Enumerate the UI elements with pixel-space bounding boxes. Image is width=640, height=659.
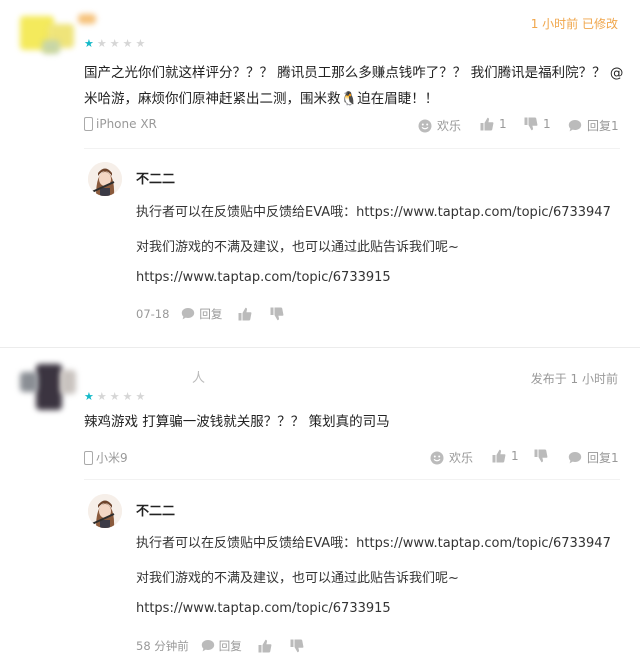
official-reply: 不二二 执行者可以在反馈贴中反馈给EVA哦：https://www.taptap… xyxy=(88,494,620,659)
star-icon: ★ xyxy=(122,390,133,403)
phone-icon xyxy=(84,117,93,131)
fun-button[interactable]: 欢乐 xyxy=(430,449,473,466)
reply-avatar[interactable] xyxy=(88,162,122,196)
reply-meta: 58 分钟前 回复 xyxy=(136,638,304,654)
reply-separator xyxy=(84,479,620,480)
device-info: iPhone XR xyxy=(84,117,157,131)
star-icon: ★ xyxy=(84,37,94,50)
comment-icon xyxy=(568,119,582,131)
reply-label: 回复1 xyxy=(587,451,619,465)
like-count: 1 xyxy=(499,117,507,131)
device-name: iPhone XR xyxy=(96,117,157,131)
smile-icon xyxy=(418,119,432,132)
reply-line-3[interactable]: https://www.taptap.com/topic/6733915 xyxy=(136,601,391,616)
comment-icon xyxy=(201,640,214,652)
anime-avatar-icon xyxy=(88,494,122,528)
comment-icon xyxy=(182,308,195,320)
thumb-down-icon xyxy=(534,449,548,463)
reply-label: 回复1 xyxy=(587,119,619,133)
fun-button[interactable]: 欢乐 xyxy=(418,117,461,134)
reply-meta: 07-18 回复 xyxy=(136,306,284,322)
reply-reply-label: 回复 xyxy=(199,307,223,321)
reply-reply-button[interactable]: 回复 xyxy=(201,638,242,654)
like-count: 1 xyxy=(511,449,519,463)
star-icon: ★ xyxy=(109,37,120,50)
reply-avatar[interactable] xyxy=(88,494,122,528)
thumb-up-icon xyxy=(480,117,494,131)
review-content: 辣鸡游戏 打算骗一波钱就关服？？？ 策划真的司马 xyxy=(84,414,390,430)
reply-author[interactable]: 不二二 xyxy=(136,500,175,519)
reply-separator xyxy=(84,148,620,149)
reply-reply-label: 回复 xyxy=(218,639,242,653)
dislike-count: 1 xyxy=(543,117,551,131)
review-meta: iPhone XR 欢乐 1 1 回复1 xyxy=(84,117,620,137)
rating-stars: ★ ★ ★ ★ ★ xyxy=(84,391,145,402)
thumb-up-icon[interactable] xyxy=(258,639,272,653)
reviewer-avatar[interactable] xyxy=(18,362,78,412)
smile-icon xyxy=(430,451,444,464)
review-content: 国产之光你们就这样评分？？？ 腾讯员工那么多赚点钱咋了？？ 我们腾讯是福利院？？… xyxy=(84,65,624,107)
reply-button[interactable]: 回复1 xyxy=(568,449,619,466)
device-info: 小米9 xyxy=(84,449,128,466)
dislike-button[interactable] xyxy=(534,449,548,463)
reply-date: 58 分钟前 xyxy=(136,639,189,653)
reply-line-2: 对我们游戏的不满及建议，也可以通过此贴告诉我们呢~ xyxy=(136,571,459,586)
reviewer-name-fragment[interactable]: 人 xyxy=(192,367,205,386)
thumb-up-icon[interactable] xyxy=(238,307,252,321)
review-time: 1 小时前 已修改 xyxy=(530,17,618,31)
reviewer-avatar[interactable] xyxy=(18,10,96,56)
reply-reply-button[interactable]: 回复 xyxy=(181,306,222,322)
thumb-down-icon[interactable] xyxy=(290,639,304,653)
reply-line-1: 执行者可以在反馈贴中反馈给EVA哦：https://www.taptap.com… xyxy=(136,205,611,220)
reply-button[interactable]: 回复1 xyxy=(568,117,619,134)
fun-label: 欢乐 xyxy=(449,451,474,465)
dislike-button[interactable]: 1 xyxy=(524,117,551,131)
comment-icon xyxy=(568,451,582,463)
official-reply: 不二二 执行者可以在反馈贴中反馈给EVA哦：https://www.taptap… xyxy=(88,162,620,332)
review-1: ★ ★ ★ ★ ★ 1 小时前 已修改 国产之光你们就这样评分？？？ 腾讯员工那… xyxy=(0,0,640,345)
review-meta: 小米9 欢乐 1 回复1 xyxy=(84,449,620,469)
anime-avatar-icon xyxy=(88,162,122,196)
thumb-down-icon xyxy=(524,117,538,131)
phone-icon xyxy=(84,450,93,465)
thumb-up-icon xyxy=(492,449,506,463)
star-icon: ★ xyxy=(135,37,146,50)
device-name: 小米9 xyxy=(96,451,128,465)
reply-date: 07-18 xyxy=(136,307,170,321)
star-icon: ★ xyxy=(122,37,133,50)
like-button[interactable]: 1 xyxy=(492,449,519,463)
star-icon: ★ xyxy=(135,390,146,403)
like-button[interactable]: 1 xyxy=(480,117,507,131)
rating-stars: ★ ★ ★ ★ ★ xyxy=(84,38,145,49)
star-icon: ★ xyxy=(109,390,120,403)
reply-line-1: 执行者可以在反馈贴中反馈给EVA哦：https://www.taptap.com… xyxy=(136,536,611,551)
review-time: 发布于 1 小时前 xyxy=(530,372,618,386)
review-2: 人 ★ ★ ★ ★ ★ 发布于 1 小时前 辣鸡游戏 打算骗一波钱就关服？？？ … xyxy=(0,348,640,659)
reply-line-2: 对我们游戏的不满及建议，也可以通过此贴告诉我们呢~ xyxy=(136,240,459,255)
star-icon: ★ xyxy=(96,37,107,50)
thumb-down-icon[interactable] xyxy=(270,307,284,321)
reply-author[interactable]: 不二二 xyxy=(136,168,175,187)
star-icon: ★ xyxy=(84,390,94,403)
fun-label: 欢乐 xyxy=(437,119,462,133)
star-icon: ★ xyxy=(96,390,107,403)
reply-line-3[interactable]: https://www.taptap.com/topic/6733915 xyxy=(136,270,391,285)
